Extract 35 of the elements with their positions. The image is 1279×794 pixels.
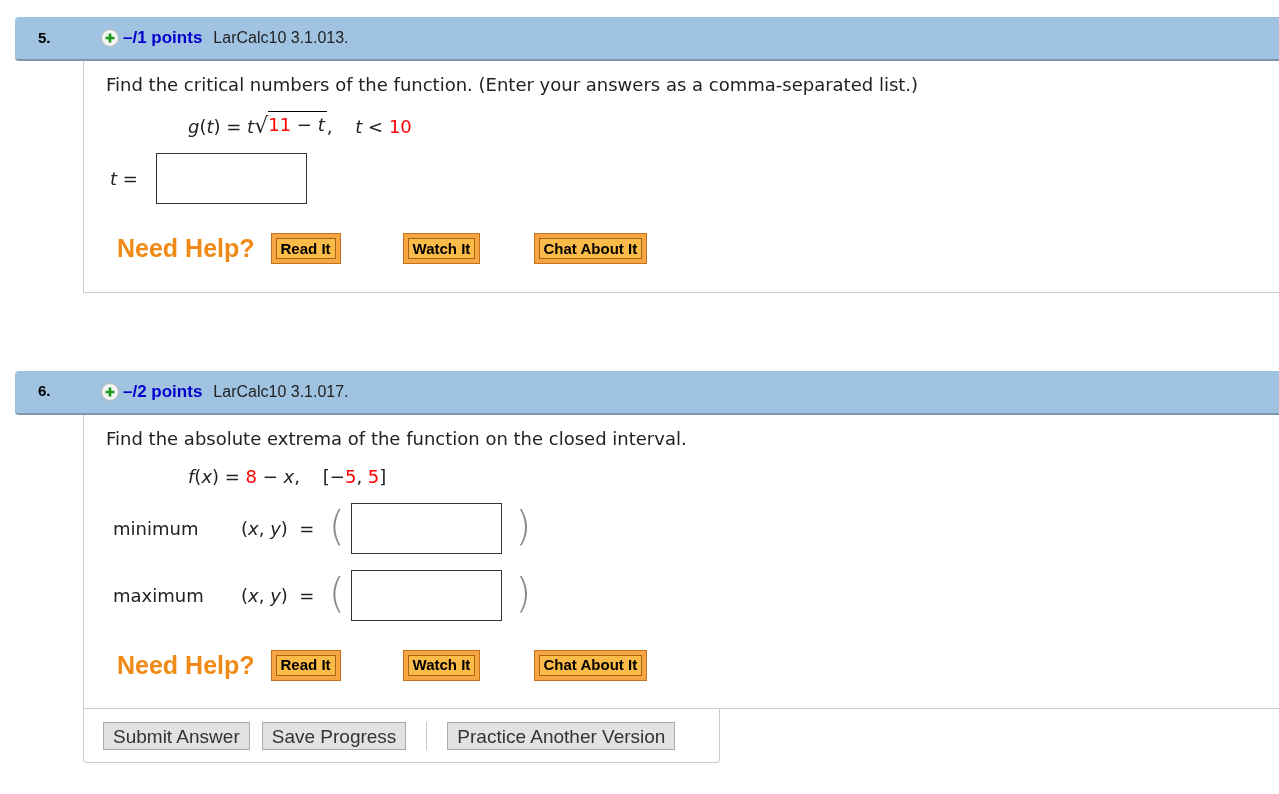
answer-label: minimum (113, 516, 200, 541)
answer-formula: (x, y) = (241, 583, 316, 608)
question-number: 5. (38, 27, 52, 48)
open-paren: ( (329, 506, 345, 546)
help-button[interactable]: Chat About It (533, 649, 648, 681)
function-formula: g(t) = t√11 − t, t < 10 (188, 111, 412, 139)
question-number: 6. (38, 381, 52, 402)
answer-label: maximum (113, 583, 205, 608)
need-help-label: Need Help? (117, 649, 255, 681)
question-prompt: Find the critical numbers of the function. (Enter your answers as a comma-separated list.) (106, 73, 920, 97)
help-button[interactable]: Watch It (402, 233, 481, 265)
points-label: –/1 points (123, 27, 203, 50)
source-label: LarCalc10 3.1.017. (213, 381, 349, 402)
answer-formula: t = (110, 167, 139, 191)
source-label: LarCalc10 3.1.013. (213, 28, 349, 48)
close-paren: ) (515, 573, 532, 613)
answer-formula: (x, y) = (241, 516, 316, 541)
open-paren: ( (329, 573, 345, 613)
plus-icon[interactable] (101, 382, 119, 401)
help-button[interactable]: Read It (270, 233, 341, 265)
form-button[interactable]: Save Progress (261, 721, 407, 750)
close-paren: ) (515, 506, 532, 546)
need-help-label: Need Help? (117, 233, 255, 264)
form-button[interactable]: Practice Another Version (447, 721, 676, 750)
answer-field[interactable] (156, 153, 307, 204)
help-button[interactable]: Chat About It (533, 233, 648, 265)
answer-field[interactable] (350, 502, 502, 554)
help-button[interactable]: Watch It (402, 649, 481, 681)
form-button[interactable]: Submit Answer (103, 721, 250, 750)
answer-field[interactable] (350, 569, 502, 621)
help-button[interactable]: Read It (270, 649, 341, 681)
points-label: –/2 points (123, 380, 203, 403)
plus-icon[interactable] (101, 29, 119, 47)
question-prompt: Find the absolute extrema of the function on the closed interval. (106, 426, 688, 451)
function-formula: f(x) = 8 − x, [−5, 5] (188, 464, 387, 489)
